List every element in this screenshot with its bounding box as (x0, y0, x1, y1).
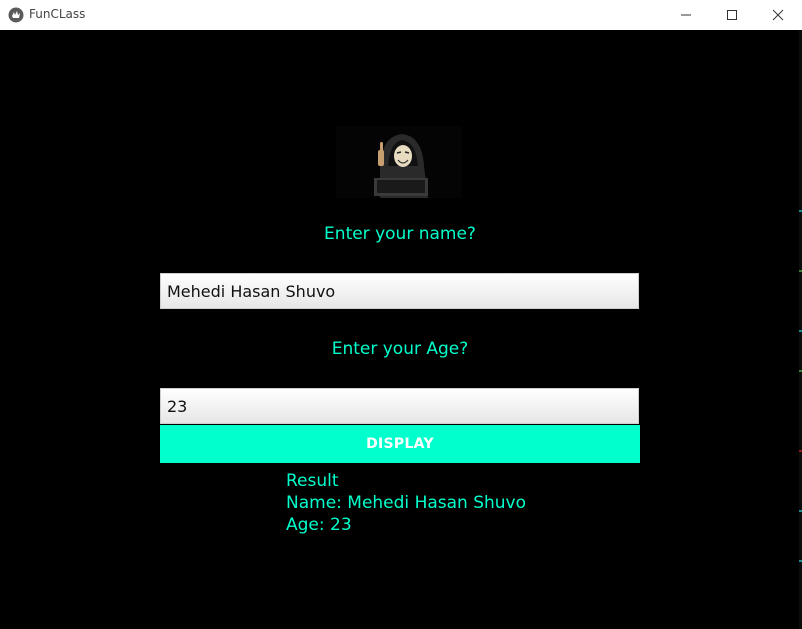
age-input[interactable]: 23 (160, 388, 639, 424)
minimize-button[interactable] (663, 0, 709, 30)
name-input[interactable]: Mehedi Hasan Shuvo (160, 273, 639, 309)
kivy-logo-icon (8, 7, 24, 23)
minimize-icon (680, 9, 692, 21)
result-name-line: Name: Mehedi Hasan Shuvo (286, 493, 527, 513)
maximize-button[interactable] (709, 0, 755, 30)
result-output: Result Name: Mehedi Hasan Shuvo Age: 23 (286, 470, 526, 536)
result-age-line: Age: 23 (286, 515, 352, 535)
age-prompt-label: Enter your Age? (331, 339, 469, 359)
app-canvas: Enter your name? Mehedi Hasan Shuvo Ente… (0, 30, 799, 629)
maximize-icon (726, 9, 738, 21)
name-prompt-label: Enter your name? (324, 224, 476, 244)
result-heading: Result (286, 471, 339, 491)
title-bar[interactable]: FunCLass (0, 0, 802, 30)
close-icon (772, 9, 784, 21)
hacker-avatar-icon (336, 126, 462, 198)
window-title: FunCLass (29, 7, 86, 21)
close-button[interactable] (755, 0, 801, 30)
display-button[interactable]: DISPLAY (160, 425, 640, 463)
